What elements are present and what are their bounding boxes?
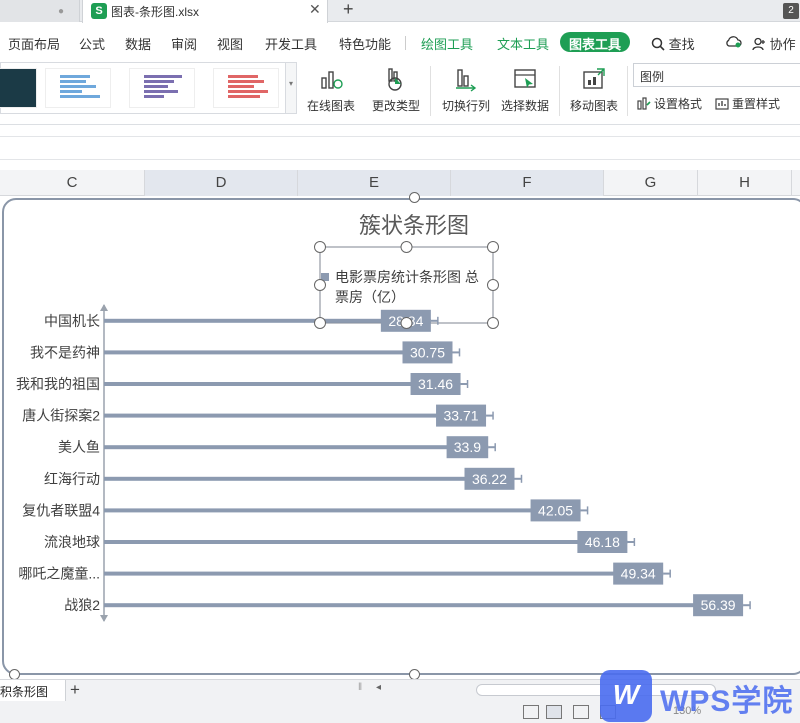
axis-arrow-top-icon (100, 304, 108, 311)
legend-resize-handle[interactable] (314, 317, 326, 329)
category-label: 战狼2 (64, 597, 100, 613)
category-label: 唐人街探案2 (22, 408, 100, 424)
axis-arrow-bottom-icon (100, 615, 108, 622)
bar[interactable] (104, 413, 487, 418)
legend-resize-handle[interactable] (487, 279, 499, 291)
legend-label-line2: 票房（亿） (335, 289, 405, 305)
data-label[interactable]: 31.46 (418, 376, 453, 392)
data-label[interactable]: 33.9 (454, 439, 481, 455)
sheet-tab-label: 堆积条形图 (0, 685, 49, 699)
bar[interactable] (104, 540, 628, 544)
data-label[interactable]: 49.34 (621, 566, 656, 582)
category-label: 我不是药神 (30, 344, 100, 360)
data-label[interactable]: 46.18 (585, 534, 620, 550)
category-label: 中国机长 (44, 313, 100, 329)
data-label[interactable]: 36.22 (472, 471, 507, 487)
category-label: 红海行动 (44, 471, 100, 487)
legend-resize-handle[interactable] (314, 279, 326, 291)
legend-resize-handle[interactable] (314, 241, 326, 253)
page-break-view-icon[interactable] (573, 705, 589, 719)
legend-text-part1: 电影票房统计条形图 总 (335, 269, 479, 285)
page-layout-view-icon[interactable] (546, 705, 562, 719)
category-label: 我和我的祖国 (16, 376, 100, 392)
bar[interactable] (104, 445, 489, 450)
add-sheet-button[interactable]: + (70, 680, 80, 700)
data-label[interactable]: 42.05 (538, 502, 573, 518)
bar[interactable] (104, 508, 581, 513)
legend-resize-handle[interactable] (487, 317, 499, 329)
bar-series: 中国机长28.84我不是药神30.75我和我的祖国31.46唐人街探案233.7… (16, 304, 751, 622)
wps-window: ● S 图表-条形图.xlsx ✕ + 2 页面布局 公式 数据 审阅 视图 开… (0, 0, 800, 723)
scroll-divider-icon: ‖ (358, 682, 363, 693)
bar[interactable] (104, 571, 664, 576)
legend-text-part2: 票房（亿） (335, 289, 405, 305)
bar-chart[interactable]: 簇状条形图 电影票房统计条形图 总 票房（亿） 中国机长28.84我不是药神30… (0, 0, 800, 723)
category-label: 复仇者联盟4 (22, 502, 100, 518)
legend-resize-handle[interactable] (400, 317, 413, 329)
legend-resize-handle[interactable] (487, 241, 499, 253)
data-label[interactable]: 56.39 (701, 597, 736, 613)
scroll-left-icon[interactable]: ◂ (376, 682, 381, 693)
wps-academy-watermark: WPS学院 (660, 685, 794, 718)
category-label: 哪吒之魔童... (18, 566, 100, 582)
bar[interactable] (104, 382, 461, 386)
normal-view-icon[interactable] (523, 705, 539, 719)
legend-label-line1: 电影票房统计条形图 总 (335, 269, 479, 285)
data-label[interactable]: 30.75 (410, 344, 445, 360)
wps-logo: W (600, 670, 652, 722)
wps-logo-letter: W (612, 679, 640, 710)
sheet-tab[interactable]: 堆积条形图 (0, 680, 66, 701)
bar[interactable] (104, 350, 453, 355)
chart-title[interactable]: 簇状条形图 (359, 213, 469, 238)
bar[interactable] (104, 603, 744, 608)
category-label: 流浪地球 (44, 534, 100, 550)
category-label: 美人鱼 (58, 439, 100, 455)
legend-resize-handle[interactable] (400, 241, 413, 253)
bar[interactable] (104, 476, 515, 481)
data-label[interactable]: 33.71 (444, 408, 479, 424)
